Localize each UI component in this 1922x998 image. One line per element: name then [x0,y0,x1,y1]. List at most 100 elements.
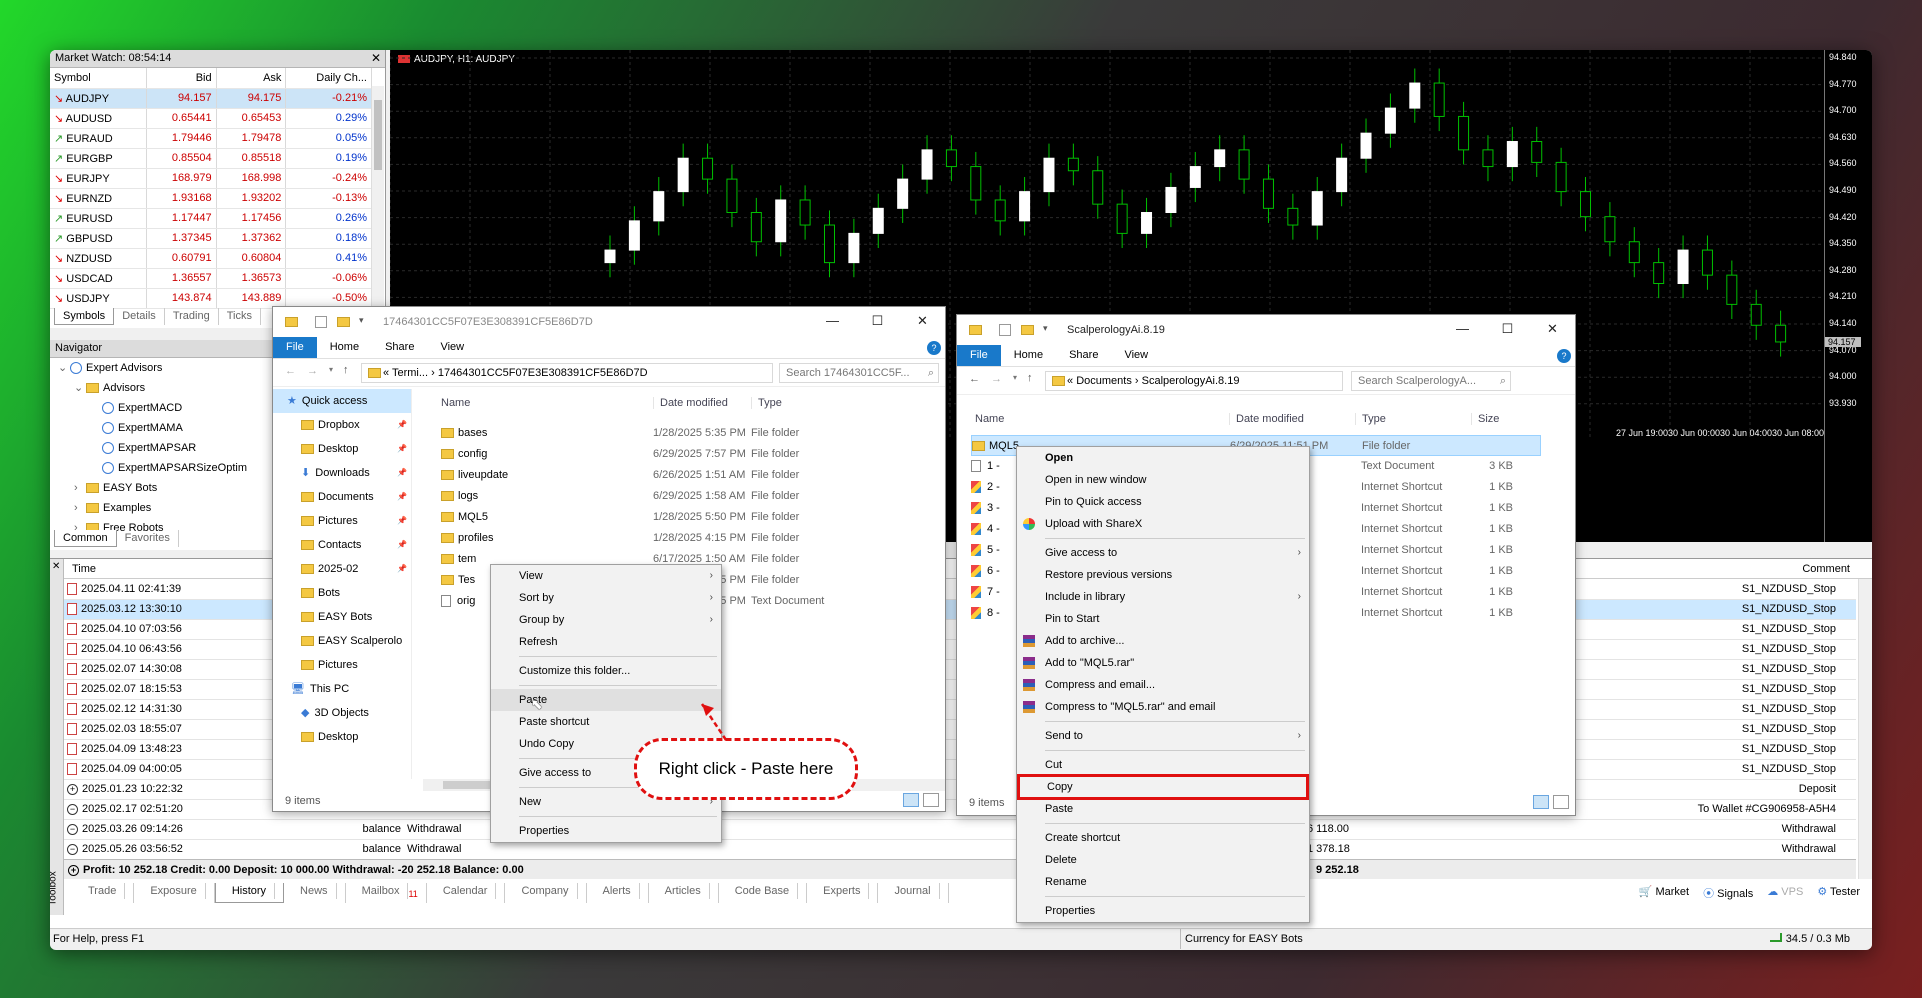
menu-item-add-to-mql5-rar[interactable]: Add to "MQL5.rar" [1017,652,1309,674]
tab-exposure[interactable]: Exposure [134,883,215,903]
nav-pane-item[interactable]: Bots [287,581,411,605]
market-watch-row[interactable]: ↗ EURGBP 0.85504 0.85518 0.19% [50,148,372,169]
tab-details[interactable]: Details [114,308,165,325]
nav-pane-item[interactable]: ★ Quick access [273,389,411,413]
address-segment[interactable]: Termi... [392,367,428,379]
up-icon[interactable]: ↑ [1027,372,1033,384]
ribbon-tab-home[interactable]: Home [317,337,372,358]
time-column-header[interactable]: Time [72,563,96,575]
checkbox-icon[interactable] [999,324,1011,336]
market-watch-header[interactable]: Bid [146,68,217,89]
nav-pane-item[interactable]: EASY Bots [287,605,411,629]
name-column-header[interactable]: Name [441,397,470,409]
up-icon[interactable]: ↑ [343,364,349,376]
market-watch-row[interactable]: ↗ EURUSD 1.17447 1.17456 0.26% [50,208,372,229]
tab-common[interactable]: Common [54,530,117,547]
history-scrollbar[interactable] [1858,579,1872,879]
date-column-header[interactable]: Date modified [1229,413,1304,425]
minimize-button[interactable]: — [1440,315,1485,343]
address-segment[interactable]: ScalperologyAi.8.19 [1142,375,1240,387]
menu-item-group-by[interactable]: Group by › [491,609,721,631]
menu-item-paste[interactable]: Paste ⬉ [491,689,721,712]
ribbon-tab-home[interactable]: Home [1001,345,1056,366]
toolbar-signals[interactable]: ⦿ Signals [1703,885,1753,901]
ribbon-tab-share[interactable]: Share [372,337,427,358]
close-button[interactable]: ✕ [900,307,945,335]
tab-alerts[interactable]: Alerts [587,883,649,903]
menu-item-paste-shortcut[interactable]: Paste shortcut [491,711,721,733]
forward-icon[interactable]: → [307,365,318,377]
nav-pane-item[interactable]: ⬇ Downloads 📌 [287,461,411,485]
expand-icon[interactable]: ⌄ [74,378,86,398]
tab-experts[interactable]: Experts [807,883,879,903]
market-watch-row[interactable]: ↘ NZDUSD 0.60791 0.60804 0.41% [50,248,372,269]
tab-calendar[interactable]: Calendar [427,883,506,903]
file-row[interactable]: profiles 1/28/2025 4:15 PM File folder [441,528,941,549]
file-row[interactable]: liveupdate 6/26/2025 1:51 AM File folder [441,465,941,486]
menu-item-properties[interactable]: Properties [491,820,721,842]
market-watch-row[interactable]: ↘ AUDJPY 94.157 94.175 -0.21% [50,88,372,109]
file-row[interactable]: config 6/29/2025 7:57 PM File folder [441,444,941,465]
tab-favorites[interactable]: Favorites [117,530,179,547]
menu-item-compress-and-email[interactable]: Compress and email... [1017,674,1309,696]
ribbon-tab-view[interactable]: View [427,337,477,358]
tab-journal[interactable]: Journal [878,883,949,903]
market-watch-header[interactable]: Daily Ch... [285,68,372,89]
minimize-button[interactable]: — [810,307,855,335]
tab-trading[interactable]: Trading [165,308,219,325]
nav-pane-item[interactable]: Contacts 📌 [287,533,411,557]
menu-item-properties[interactable]: Properties [1017,900,1309,922]
market-watch-row[interactable]: ↘ USDJPY 143.874 143.889 -0.50% [50,288,372,309]
menu-item-create-shortcut[interactable]: Create shortcut [1017,827,1309,849]
menu-item-delete[interactable]: Delete [1017,849,1309,871]
explorer2-search-input[interactable]: Search ScalperologyA... ⌕ [1351,371,1511,391]
back-icon[interactable]: ← [285,365,296,377]
menu-item-give-access-to[interactable]: Give access to › [1017,542,1309,564]
expand-icon[interactable]: › [74,498,86,518]
tab-company[interactable]: Company [505,883,587,903]
menu-item-paste[interactable]: Paste [1017,798,1309,820]
file-row[interactable]: logs 6/29/2025 1:58 AM File folder [441,486,941,507]
tab-ticks[interactable]: Ticks [219,308,261,325]
help-icon[interactable]: ? [1557,349,1571,363]
menu-item-rename[interactable]: Rename [1017,871,1309,893]
toolbar-market[interactable]: 🛒 Market [1639,885,1689,901]
file-row[interactable]: MQL5 1/28/2025 5:50 PM File folder [441,507,941,528]
nav-pane-item[interactable]: Pictures [287,653,411,677]
ribbon-tab-view[interactable]: View [1111,345,1161,366]
address-segment[interactable]: 17464301CC5F07E3E308391CF5E86D7D [438,367,648,379]
back-icon[interactable]: ← [969,373,980,385]
tab-code-base[interactable]: Code Base [719,883,808,903]
explorer1-address-bar[interactable]: « Termi... › 17464301CC5F07E3E308391CF5E… [361,363,773,383]
tab-articles[interactable]: Articles [649,883,719,903]
market-watch-header[interactable]: Symbol [50,68,147,89]
type-column-header[interactable]: Type [1355,413,1386,425]
tab-symbols[interactable]: Symbols [54,308,115,325]
menu-item-refresh[interactable]: Refresh [491,631,721,653]
menu-item-send-to[interactable]: Send to › [1017,725,1309,747]
tiles-view-icon[interactable] [1553,795,1569,809]
explorer1-search-input[interactable]: Search 17464301CC5F... ⌕ [779,363,939,383]
ribbon-tab-share[interactable]: Share [1056,345,1111,366]
market-watch-row[interactable]: ↘ EURNZD 1.93168 1.93202 -0.13% [50,188,372,209]
comment-column-header[interactable]: Comment [1802,563,1850,575]
nav-pane-item[interactable]: 🖥 This PC [287,677,411,701]
menu-item-pin-to-quick-access[interactable]: Pin to Quick access [1017,491,1309,513]
menu-item-add-to-archive[interactable]: Add to archive... [1017,630,1309,652]
nav-pane-item[interactable]: Dropbox 📌 [287,413,411,437]
recent-icon[interactable]: ▾ [1013,373,1017,382]
history-row[interactable]: −2025.03.26 09:14:26 balance Withdrawal 6 1… [64,819,1856,840]
nav-pane-item[interactable]: Documents 📌 [287,485,411,509]
nav-pane-item[interactable]: Pictures 📌 [287,509,411,533]
nav-pane-item[interactable]: ◆ 3D Objects [287,701,411,725]
dropdown-icon[interactable]: ▾ [1043,323,1048,334]
market-watch-row[interactable]: ↗ EURAUD 1.79446 1.79478 0.05% [50,128,372,149]
type-column-header[interactable]: Type [751,397,782,409]
menu-item-upload-with-sharex[interactable]: Upload with ShareX [1017,513,1309,535]
expand-icon[interactable]: › [74,478,86,498]
details-view-icon[interactable] [903,793,919,807]
tab-history[interactable]: History [214,883,285,903]
ribbon-tab-file[interactable]: File [273,337,317,358]
close-button[interactable]: ✕ [1530,315,1575,343]
nav-pane-item[interactable]: Desktop [287,725,411,749]
